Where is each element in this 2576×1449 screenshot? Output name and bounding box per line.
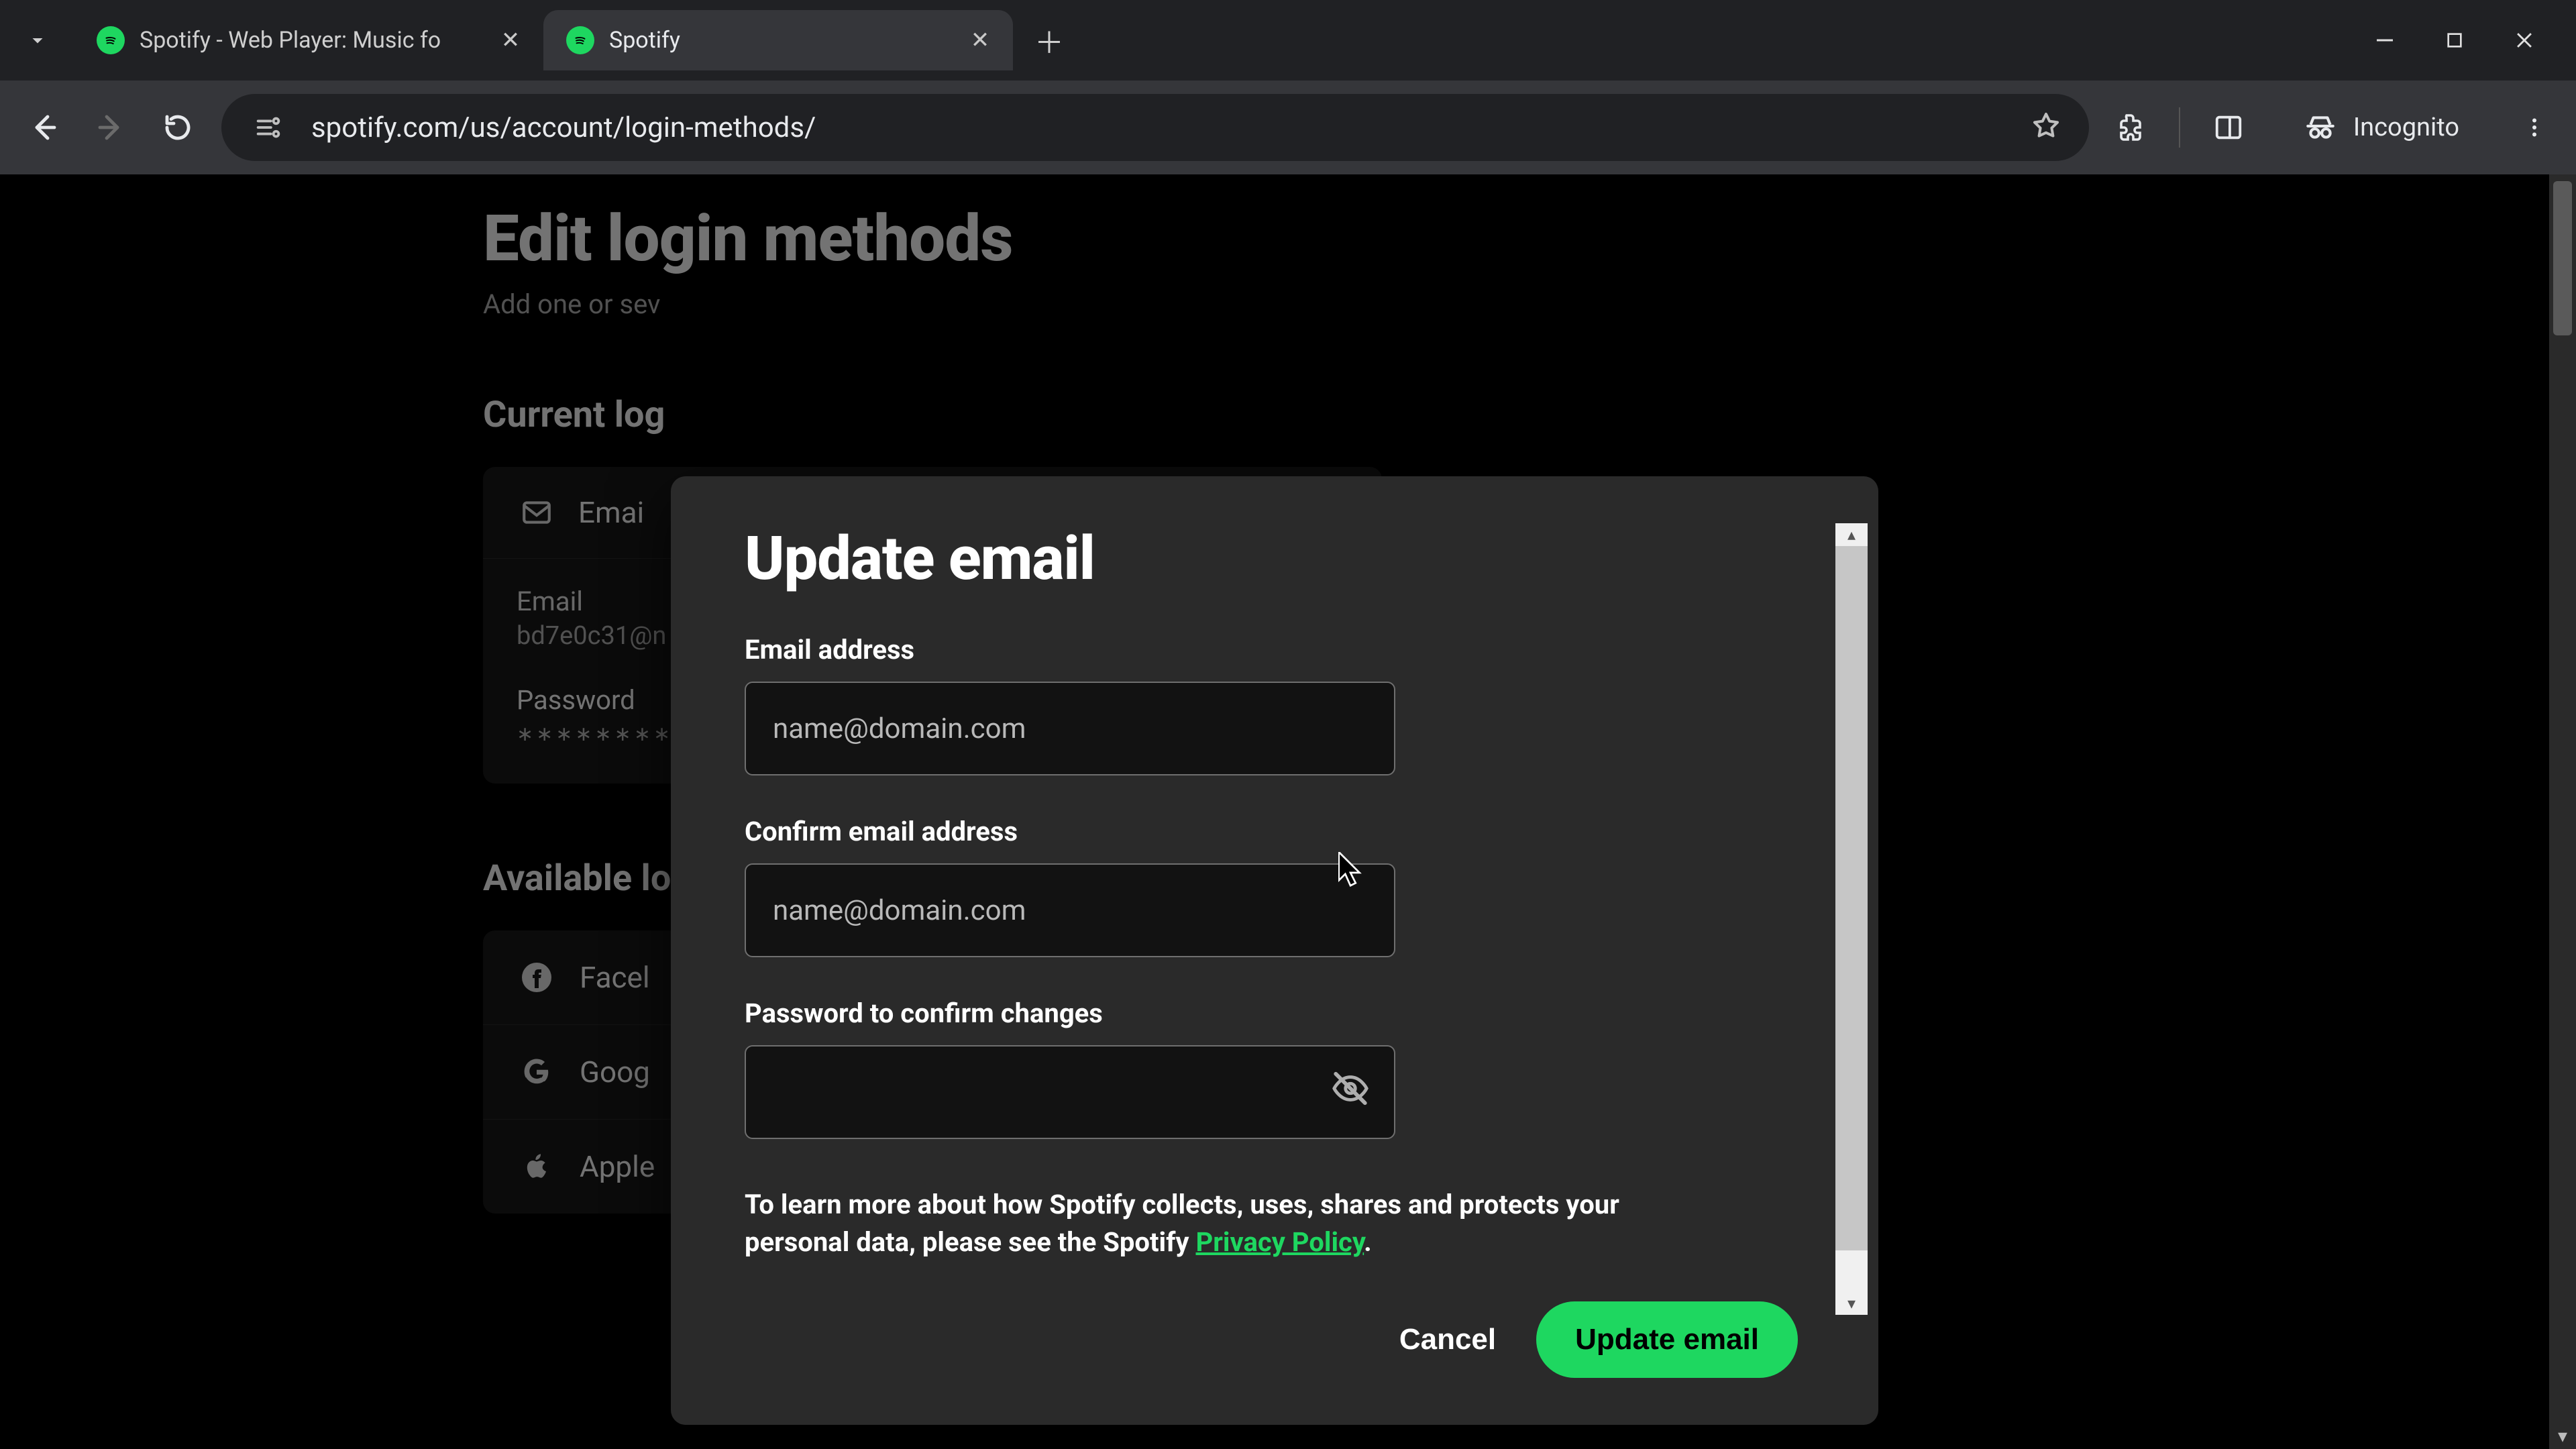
spotify-favicon-icon <box>566 26 594 54</box>
password-label: Password to confirm changes <box>745 998 1805 1029</box>
password-visibility-toggle[interactable] <box>1331 1069 1370 1116</box>
tab-title: Spotify - Web Player: Music fo <box>140 27 483 54</box>
email-label: Email address <box>745 634 1805 665</box>
window-minimize-button[interactable] <box>2367 22 2403 58</box>
kebab-menu-icon <box>2522 115 2546 140</box>
spotify-favicon-icon <box>97 26 125 54</box>
site-settings-icon[interactable] <box>248 107 288 148</box>
cancel-button[interactable]: Cancel <box>1399 1323 1496 1356</box>
extensions-icon[interactable] <box>2109 106 2152 149</box>
toolbar-separator <box>2179 107 2180 148</box>
bookmark-star-icon[interactable] <box>2030 110 2062 145</box>
scroll-thumb[interactable] <box>2553 181 2572 335</box>
update-email-button[interactable]: Update email <box>1536 1301 1798 1378</box>
scroll-down-arrow-icon[interactable]: ▾ <box>1835 1292 1868 1315</box>
scroll-up-arrow-icon[interactable]: ▴ <box>1835 523 1868 546</box>
window-close-button[interactable] <box>2506 22 2542 58</box>
arrow-left-icon <box>28 111 60 144</box>
tab-close-button[interactable]: ✕ <box>498 28 523 53</box>
modal-footer: Cancel Update email <box>671 1281 1878 1425</box>
confirm-email-input-placeholder: name@domain.com <box>773 894 1026 927</box>
confirm-email-label: Confirm email address <box>745 816 1805 847</box>
chevron-down-icon <box>25 28 50 52</box>
tab-close-button[interactable]: ✕ <box>967 28 993 53</box>
privacy-note: To learn more about how Spotify collects… <box>745 1186 1684 1261</box>
reload-icon <box>162 111 194 144</box>
incognito-chip[interactable]: Incognito <box>2277 98 2486 157</box>
sidepanel-icon[interactable] <box>2207 106 2250 149</box>
update-email-modal: Update email Email address name@domain.c… <box>671 476 1878 1425</box>
nav-back-button[interactable] <box>20 104 67 151</box>
toolbar-actions: Incognito <box>2109 98 2556 157</box>
email-input[interactable]: name@domain.com <box>745 682 1395 775</box>
arrow-right-icon <box>95 111 127 144</box>
modal-title: Update email <box>745 523 1805 594</box>
browser-tabstrip: Spotify - Web Player: Music fo ✕ Spotify… <box>0 0 2576 80</box>
tab-spotify-webplayer[interactable]: Spotify - Web Player: Music fo ✕ <box>74 10 543 70</box>
window-controls <box>2367 22 2563 58</box>
omnibox-url: spotify.com/us/account/login-methods/ <box>311 111 2007 144</box>
page-area: Edit login methods Add one or sev Curren… <box>0 174 2576 1449</box>
nav-reload-button[interactable] <box>154 104 201 151</box>
window-maximize-button[interactable] <box>2436 22 2473 58</box>
browser-toolbar: spotify.com/us/account/login-methods/ In… <box>0 80 2576 174</box>
eye-off-icon <box>1331 1069 1370 1108</box>
incognito-label: Incognito <box>2353 113 2459 142</box>
page-scrollbar[interactable]: ▴ ▾ <box>2549 174 2576 1449</box>
modal-body: Update email Email address name@domain.c… <box>671 476 1878 1281</box>
password-input[interactable] <box>745 1045 1395 1139</box>
omnibox[interactable]: spotify.com/us/account/login-methods/ <box>221 94 2089 161</box>
modal-scrollbar[interactable]: ▴ ▾ <box>1835 523 1868 1315</box>
privacy-policy-link[interactable]: Privacy Policy <box>1195 1226 1364 1258</box>
tab-spotify-account[interactable]: Spotify ✕ <box>543 10 1013 70</box>
scroll-down-arrow-icon[interactable]: ▾ <box>2549 1422 2576 1449</box>
new-tab-button[interactable]: ＋ <box>1025 16 1073 64</box>
browser-menu-button[interactable] <box>2513 106 2556 149</box>
tab-title: Spotify <box>609 27 953 54</box>
incognito-icon <box>2304 111 2337 144</box>
tab-search-dropdown[interactable] <box>13 16 62 64</box>
confirm-email-input[interactable]: name@domain.com <box>745 863 1395 957</box>
email-input-placeholder: name@domain.com <box>773 712 1026 745</box>
nav-forward-button[interactable] <box>87 104 134 151</box>
scroll-thumb[interactable] <box>1835 546 1868 1250</box>
